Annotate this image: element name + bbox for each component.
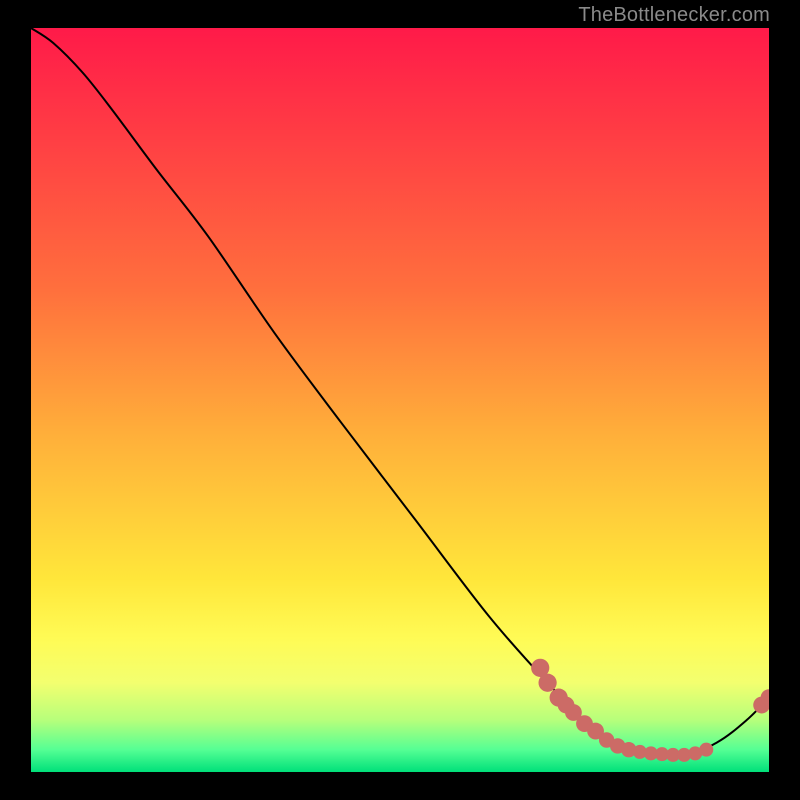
- chart-background: [31, 28, 769, 772]
- chart-stage: TheBottlenecker.com: [0, 0, 800, 800]
- chart-svg: [31, 28, 769, 772]
- chart-plot: [31, 28, 769, 772]
- watermark-text: TheBottlenecker.com: [578, 4, 770, 27]
- chart-marker: [699, 743, 713, 757]
- chart-marker: [539, 674, 557, 692]
